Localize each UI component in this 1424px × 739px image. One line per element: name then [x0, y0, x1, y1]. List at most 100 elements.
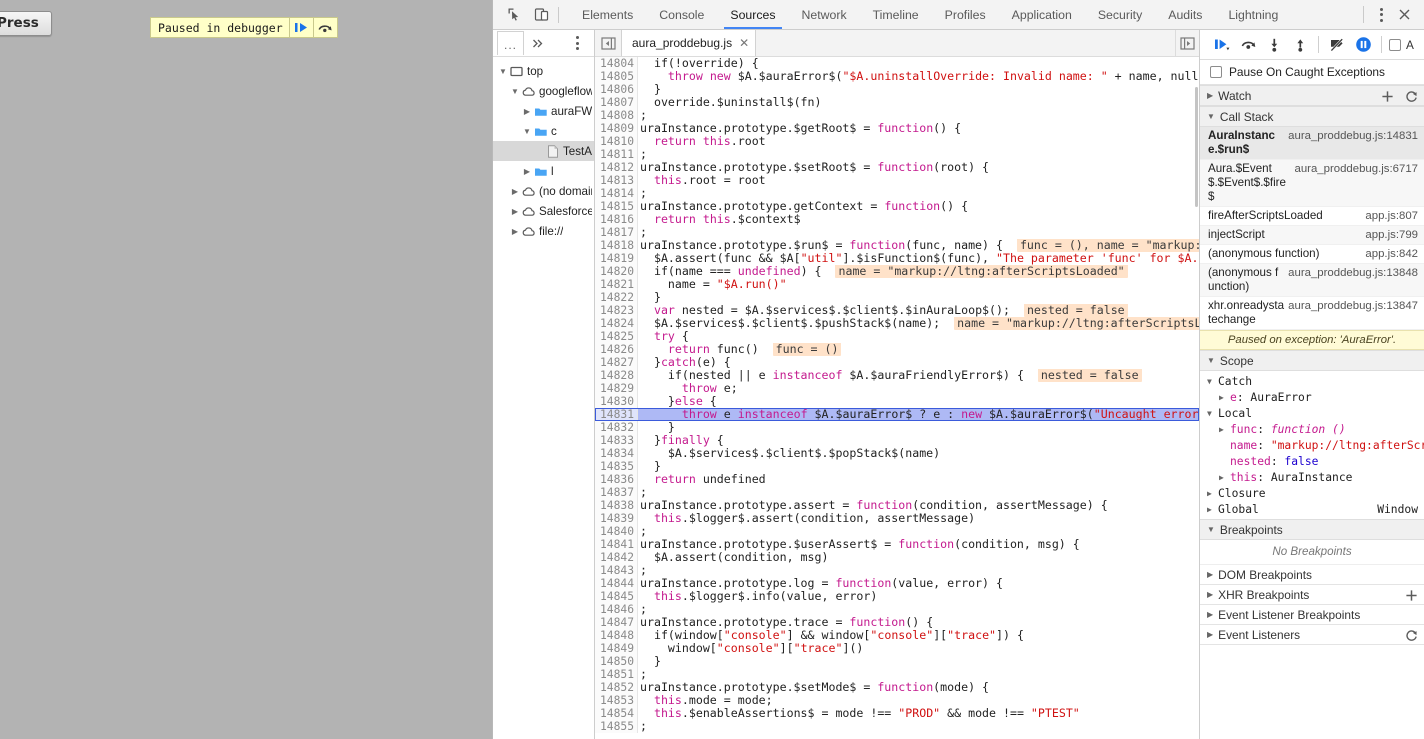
editor-options-button[interactable] [1175, 30, 1199, 56]
twisty-open-icon[interactable]: ▼ [1207, 525, 1215, 534]
line-number[interactable]: 14844 [595, 577, 638, 590]
code-line[interactable]: 14836 return undefined [595, 473, 1199, 486]
line-number[interactable]: 14826 [595, 343, 638, 356]
code-line[interactable]: 14833 }finally { [595, 434, 1199, 447]
code-line-text[interactable]: uraInstance.prototype.$getRoot$ = functi… [638, 122, 1199, 135]
code-line-text[interactable]: this.root = root [638, 174, 1199, 187]
code-line[interactable]: 14846; [595, 603, 1199, 616]
call-stack-frame[interactable]: (anonymous function) app.js:842 [1200, 245, 1424, 264]
twisty-open-icon[interactable]: ▼ [1207, 409, 1218, 418]
twisty-open-icon[interactable]: ▼ [1207, 377, 1218, 386]
step-out-button[interactable] [1287, 32, 1313, 58]
code-line[interactable]: 14827 }catch(e) { [595, 356, 1199, 369]
tab-profiles[interactable]: Profiles [932, 0, 999, 29]
navigator-tab-overflow[interactable]: ... [497, 31, 524, 55]
line-number[interactable]: 14809 [595, 122, 638, 135]
tree-item-file[interactable]: ▶ file:// [493, 221, 594, 241]
event-listener-breakpoints-section[interactable]: ▶ Event Listener Breakpoints [1200, 605, 1424, 625]
code-line[interactable]: 14807 override.$uninstall$(fn) [595, 96, 1199, 109]
code-line-text[interactable]: uraInstance.prototype.trace = function()… [638, 616, 1199, 629]
twisty-closed-icon[interactable]: ▶ [1219, 473, 1230, 482]
async-checkbox[interactable] [1389, 38, 1401, 51]
line-number[interactable]: 14804 [595, 57, 638, 70]
line-number[interactable]: 14829 [595, 382, 638, 395]
code-line[interactable]: 14808; [595, 109, 1199, 122]
tab-security[interactable]: Security [1085, 0, 1155, 29]
code-line-text[interactable]: ; [638, 109, 1199, 122]
code-line-text[interactable]: ; [638, 720, 1199, 733]
code-line[interactable]: 14813 this.root = root [595, 174, 1199, 187]
navigator-options-button[interactable] [566, 31, 588, 55]
code-line[interactable]: 14853 this.mode = mode; [595, 694, 1199, 707]
pause-on-caught-exceptions-row[interactable]: Pause On Caught Exceptions [1200, 60, 1424, 85]
tree-item-l[interactable]: ▶ l [493, 161, 594, 181]
scope-property-e[interactable]: ▶ e : AuraError [1200, 389, 1424, 405]
tree-item-Salesforce[interactable]: ▶ Salesforce [493, 201, 594, 221]
code-line[interactable]: 14854 this.$enableAssertions$ = mode !==… [595, 707, 1199, 720]
code-line[interactable]: 14825 try { [595, 330, 1199, 343]
code-line[interactable]: 14849 window["console"]["trace"]() [595, 642, 1199, 655]
code-line[interactable]: 14816 return this.$context$ [595, 213, 1199, 226]
code-line[interactable]: 14824 $A.$services$.$client$.$pushStack$… [595, 317, 1199, 330]
code-line-text[interactable]: return this.root [638, 135, 1199, 148]
code-line[interactable]: 14851; [595, 668, 1199, 681]
code-line[interactable]: 14829 throw e; [595, 382, 1199, 395]
line-number[interactable]: 14841 [595, 538, 638, 551]
code-line[interactable]: 14818 uraInstance.prototype.$run$ = funct… [595, 239, 1199, 252]
code-line-text[interactable]: return undefined [638, 473, 1199, 486]
code-line[interactable]: 14850 } [595, 655, 1199, 668]
code-line-text[interactable]: ; [638, 486, 1199, 499]
code-line[interactable]: 14847 uraInstance.prototype.trace = funct… [595, 616, 1199, 629]
twisty-open-icon[interactable]: ▼ [1207, 112, 1215, 121]
code-line[interactable]: 14812 uraInstance.prototype.$setRoot$ = f… [595, 161, 1199, 174]
code-line-text[interactable]: ; [638, 668, 1199, 681]
line-number[interactable]: 14821 [595, 278, 638, 291]
line-number[interactable]: 14846 [595, 603, 638, 616]
scope-property-name[interactable]: name : "markup://ltng:afterScr [1200, 437, 1424, 453]
source-code-view[interactable]: 14804 if(!override) {14805 throw new $A.… [595, 57, 1199, 739]
code-line[interactable]: 14855; [595, 720, 1199, 733]
code-line[interactable]: 14823 var nested = $A.$services$.$client… [595, 304, 1199, 317]
line-number[interactable]: 14838 [595, 499, 638, 512]
tab-lightning[interactable]: Lightning [1215, 0, 1291, 29]
line-number[interactable]: 14840 [595, 525, 638, 538]
line-number[interactable]: 14850 [595, 655, 638, 668]
scope-group-local[interactable]: ▼ Local [1200, 405, 1424, 421]
code-line-text[interactable]: }finally { [638, 434, 1199, 447]
line-number[interactable]: 14855 [595, 720, 638, 733]
code-line[interactable]: 14834 $A.$services$.$client$.$popStack$(… [595, 447, 1199, 460]
breakpoints-section-header[interactable]: ▼ Breakpoints [1200, 519, 1424, 540]
line-number[interactable]: 14831 [595, 408, 638, 421]
code-line-text[interactable]: return this.$context$ [638, 213, 1199, 226]
editor-file-tab-close-icon[interactable]: ✕ [739, 36, 749, 50]
twisty-closed-icon[interactable]: ▶ [1219, 393, 1230, 402]
line-number[interactable]: 14815 [595, 200, 638, 213]
line-number[interactable]: 14837 [595, 486, 638, 499]
editor-vertical-scrollbar[interactable] [1195, 57, 1199, 739]
line-number[interactable]: 14842 [595, 551, 638, 564]
scope-property-nested[interactable]: nested : false [1200, 453, 1424, 469]
code-line-text[interactable]: throw e; [638, 382, 1199, 395]
pause-on-exceptions-button[interactable] [1350, 32, 1376, 58]
xhr-add-button[interactable] [1405, 589, 1418, 602]
line-number[interactable]: 14806 [595, 83, 638, 96]
step-over-button[interactable] [1235, 32, 1261, 58]
line-number[interactable]: 14823 [595, 304, 638, 317]
code-line[interactable]: 14840; [595, 525, 1199, 538]
code-line[interactable]: 14804 if(!override) { [595, 57, 1199, 70]
devtools-more-button[interactable] [1370, 3, 1392, 27]
code-line-text[interactable]: this.$logger$.assert(condition, assertMe… [638, 512, 1199, 525]
line-number[interactable]: 14825 [595, 330, 638, 343]
tree-item-top[interactable]: ▼ top [493, 61, 594, 81]
line-number[interactable]: 14851 [595, 668, 638, 681]
code-line[interactable]: 14815 uraInstance.prototype.getContext = … [595, 200, 1199, 213]
code-line-text[interactable]: ; [638, 148, 1199, 161]
line-number[interactable]: 14822 [595, 291, 638, 304]
code-line-text[interactable]: uraInstance.prototype.$userAssert$ = fun… [638, 538, 1199, 551]
press-button[interactable]: Press [0, 11, 52, 36]
line-number[interactable]: 14827 [595, 356, 638, 369]
twisty-closed-icon[interactable]: ▶ [1207, 590, 1213, 599]
watch-refresh-button[interactable] [1405, 90, 1418, 103]
step-into-button[interactable] [1261, 32, 1287, 58]
line-number[interactable]: 14848 [595, 629, 638, 642]
